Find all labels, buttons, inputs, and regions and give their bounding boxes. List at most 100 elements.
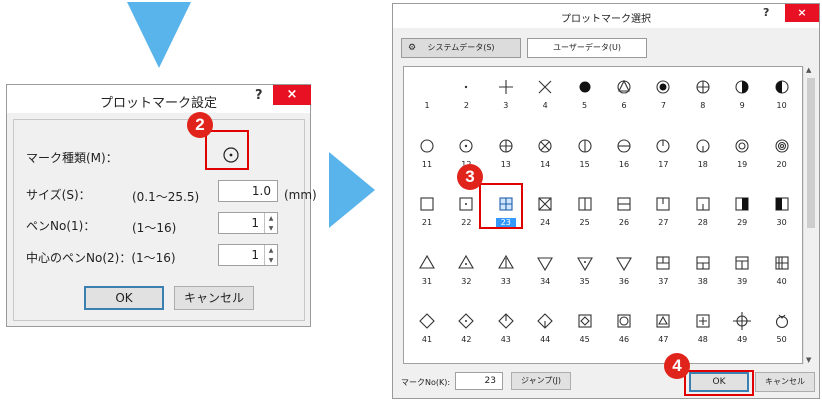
spin-up-icon[interactable]: ▲: [265, 213, 277, 223]
close-button[interactable]: ×: [785, 4, 819, 22]
vertical-scrollbar[interactable]: ▲ ▼: [803, 66, 818, 364]
jump-button[interactable]: ジャンプ(J): [511, 372, 571, 390]
mark-cell-1[interactable]: 1: [408, 73, 446, 123]
mark-no-label: マークNo(K):: [401, 378, 451, 387]
size-input[interactable]: 1.0: [218, 180, 278, 202]
spin-down-icon[interactable]: ▼: [265, 255, 277, 265]
mark-cell-46[interactable]: 46: [605, 307, 643, 357]
mark-number: 40: [776, 276, 787, 286]
size-unit: (mm): [284, 188, 317, 202]
mark-cell-31[interactable]: 31: [408, 249, 446, 299]
mark-cell-27[interactable]: 27: [644, 190, 682, 240]
mark-1-icon: [415, 75, 439, 99]
mark-cell-49[interactable]: 49: [723, 307, 761, 357]
mark-cell-37[interactable]: 37: [644, 249, 682, 299]
mark-cell-32[interactable]: 32: [447, 249, 485, 299]
spin-up-icon[interactable]: ▲: [265, 245, 277, 255]
mark-38-icon: [696, 255, 710, 270]
mark-cell-3[interactable]: 3: [487, 73, 525, 123]
mark-cell-7[interactable]: 7: [644, 73, 682, 123]
close-button[interactable]: ×: [273, 85, 311, 105]
center-pen-spinner[interactable]: ▲ ▼: [264, 245, 277, 265]
mark-cell-28[interactable]: 28: [684, 190, 722, 240]
mark-cell-20[interactable]: 20: [763, 132, 801, 182]
scroll-down-icon[interactable]: ▼: [806, 356, 811, 364]
mark-cell-26[interactable]: 26: [605, 190, 643, 240]
mark-number: 44: [540, 335, 551, 344]
mark-45-icon: [578, 314, 592, 328]
mark-cell-25[interactable]: 25: [566, 190, 604, 240]
mark-cell-10[interactable]: 10: [763, 73, 801, 123]
mark-49-icon: [733, 312, 752, 330]
mark-43-icon: [498, 313, 514, 329]
mark-type-label: マーク種類(M)：: [26, 151, 118, 165]
mark-cell-9[interactable]: 9: [723, 73, 761, 123]
mark-cell-21[interactable]: 21: [408, 190, 446, 240]
pen-spinner[interactable]: ▲ ▼: [264, 213, 277, 233]
mark-cell-50[interactable]: 50: [763, 307, 801, 357]
mark-cell-8[interactable]: 8: [684, 73, 722, 123]
mark-number: 8: [700, 101, 706, 110]
plot-mark-settings-dialog: プロットマーク設定 ? × マーク種類(M)： サイズ(S)： (0.1～25.…: [6, 84, 317, 327]
mark-cell-45[interactable]: 45: [566, 307, 604, 357]
mark-cell-35[interactable]: 35: [566, 249, 604, 299]
mark-cell-38[interactable]: 38: [684, 249, 722, 299]
tab-system-data[interactable]: ⚙ システムデータ(S): [401, 38, 521, 58]
mark-cell-4[interactable]: 4: [526, 73, 564, 123]
mark-cell-16[interactable]: 16: [605, 132, 643, 182]
spin-down-icon[interactable]: ▼: [265, 223, 277, 233]
mark-cell-42[interactable]: 42: [447, 307, 485, 357]
mark-cell-6[interactable]: 6: [605, 73, 643, 123]
mark-number: 21: [421, 218, 433, 227]
tab-user-data[interactable]: ユーザーデータ(U): [527, 38, 647, 58]
step-badge-3: 3: [457, 164, 483, 190]
mark-cell-24[interactable]: 24: [526, 190, 564, 240]
mark-cell-41[interactable]: 41: [408, 307, 446, 357]
mark-number: 37: [658, 276, 669, 286]
size-range: (0.1～25.5): [132, 190, 200, 204]
mark-cell-47[interactable]: 47: [644, 307, 682, 357]
mark-number: 38: [697, 276, 708, 286]
mark-10-icon: [775, 80, 789, 94]
mark-cell-13[interactable]: 13: [487, 132, 525, 182]
mark-cell-11[interactable]: 11: [408, 132, 446, 182]
mark-type-highlight: [205, 130, 249, 170]
help-button[interactable]: ?: [255, 88, 263, 103]
mark-cell-48[interactable]: 48: [684, 307, 722, 357]
mark-number: 2: [463, 101, 469, 110]
cancel-button[interactable]: キャンセル: [755, 372, 815, 392]
mark-number: 6: [621, 101, 627, 110]
step-badge-4: 4: [664, 353, 690, 379]
mark-46-icon: [617, 314, 631, 328]
mark-number: 3: [503, 101, 509, 110]
step-badge-2: 2: [187, 112, 213, 138]
mark-cell-36[interactable]: 36: [605, 249, 643, 299]
mark-cell-14[interactable]: 14: [526, 132, 564, 182]
mark-4-icon: [538, 80, 552, 94]
mark-cell-43[interactable]: 43: [487, 307, 525, 357]
mark-cell-33[interactable]: 33: [487, 249, 525, 299]
mark-cell-15[interactable]: 15: [566, 132, 604, 182]
scroll-up-icon[interactable]: ▲: [806, 66, 811, 74]
help-button[interactable]: ?: [763, 6, 769, 19]
mark-cell-29[interactable]: 29: [723, 190, 761, 240]
mark-cell-44[interactable]: 44: [526, 307, 564, 357]
mark-cell-17[interactable]: 17: [644, 132, 682, 182]
mark-cell-5[interactable]: 5: [566, 73, 604, 123]
ok-button[interactable]: OK: [84, 286, 164, 310]
mark-cell-34[interactable]: 34: [526, 249, 564, 299]
scroll-thumb[interactable]: [807, 78, 815, 228]
mark-cell-40[interactable]: 40: [763, 249, 801, 299]
cancel-button[interactable]: キャンセル: [174, 286, 254, 310]
mark-number: 1: [424, 101, 430, 110]
mark-number: 43: [500, 335, 511, 344]
mark-41-icon: [419, 313, 435, 329]
mark-no-input[interactable]: 23: [455, 372, 503, 390]
mark-cell-39[interactable]: 39: [723, 249, 761, 299]
mark-cell-30[interactable]: 30: [763, 190, 801, 240]
mark-cell-2[interactable]: 2: [447, 73, 485, 123]
mark-cell-18[interactable]: 18: [684, 132, 722, 182]
dialog-title: プロットマーク選択: [561, 14, 651, 25]
mark-19-icon: [735, 138, 749, 153]
mark-cell-19[interactable]: 19: [723, 132, 761, 182]
